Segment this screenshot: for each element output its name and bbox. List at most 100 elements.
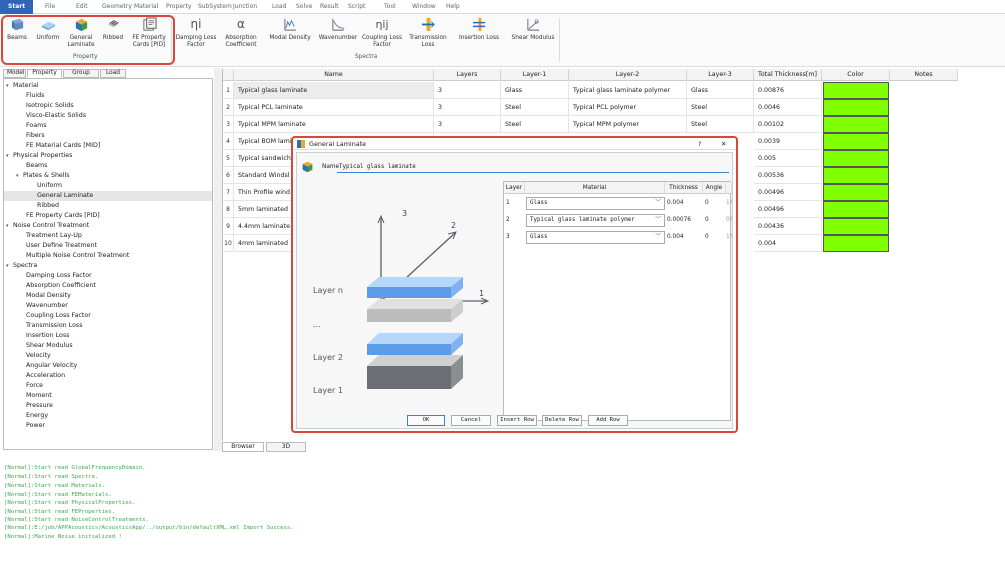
table-cell-layers[interactable]: 3 xyxy=(434,116,501,133)
column-header-thickness[interactable]: Total Thickness[m] xyxy=(754,69,822,81)
tree-item-noise-control-treatment[interactable]: ▾ Noise Control Treatment xyxy=(6,221,89,231)
table-cell-layer2[interactable]: Typical PCL polymer xyxy=(569,99,687,116)
tree-item-fibers[interactable]: Fibers xyxy=(26,131,45,141)
table-cell-color-swatch[interactable] xyxy=(823,218,889,235)
table-cell-thickness[interactable]: 0.00436 xyxy=(754,218,822,235)
grid-header-layer[interactable]: Layer xyxy=(504,182,525,194)
table-cell-layer2[interactable]: Typical MPM polymer xyxy=(569,116,687,133)
column-header-notes[interactable]: Notes xyxy=(890,69,958,81)
tree-item-transmission-loss[interactable]: Transmission Loss xyxy=(26,321,83,331)
material-dropdown[interactable]: Typical glass laminate polymer ﹀ xyxy=(526,214,665,227)
table-cell-thickness[interactable]: 0.00876 xyxy=(754,82,822,99)
row-number[interactable]: 1 xyxy=(223,82,234,99)
damping-loss-factor-button[interactable]: ηi Damping Loss Factor xyxy=(174,17,218,49)
tree-item-pressure[interactable]: Pressure xyxy=(26,401,53,411)
tree-item-spectra[interactable]: ▾ Spectra xyxy=(6,261,37,271)
ok-button[interactable]: OK xyxy=(407,415,445,426)
menu-load[interactable]: Load xyxy=(272,3,286,10)
tree-item-uniform[interactable]: Uniform xyxy=(37,181,62,191)
tree-item-foams[interactable]: Foams xyxy=(26,121,47,131)
menu-property[interactable]: Property xyxy=(166,3,191,10)
menu-file[interactable]: File xyxy=(45,3,55,10)
tree-item-absorption-coefficient[interactable]: Absorption Coefficient xyxy=(26,281,96,291)
transmission-loss-button[interactable]: Transmission Loss xyxy=(406,17,450,49)
coupling-loss-factor-button[interactable]: ηij Coupling Loss Factor xyxy=(360,17,404,49)
column-header-color[interactable]: Color xyxy=(822,69,890,81)
tree-item-power[interactable]: Power xyxy=(26,421,45,431)
row-number[interactable]: 2 xyxy=(223,99,234,116)
tab-browser[interactable]: Browser xyxy=(222,442,264,452)
tree-item-fluids[interactable]: Fluids xyxy=(26,91,44,101)
tree-item-physical-properties[interactable]: ▾ Physical Properties xyxy=(6,151,72,161)
insertion-loss-button[interactable]: Insertion Loss xyxy=(454,17,504,42)
table-cell-layers[interactable]: 3 xyxy=(434,82,501,99)
table-cell-thickness[interactable]: 0.004 xyxy=(754,235,822,252)
dialog-title-bar[interactable]: General Laminate ? ✕ xyxy=(293,138,736,150)
tree-item-visco-elastic-solids[interactable]: Visco-Elastic Solids xyxy=(26,111,86,121)
grid-cell-layer[interactable]: 2 xyxy=(506,212,510,228)
wavenumber-button[interactable]: Wavenumber xyxy=(318,17,358,42)
grid-cell-angle[interactable]: 0 xyxy=(705,229,709,245)
table-cell-layer1[interactable]: Steel xyxy=(501,99,569,116)
menu-geometry[interactable]: Geometry xyxy=(102,3,132,10)
row-number[interactable]: 8 xyxy=(223,201,234,218)
table-cell-thickness[interactable]: 0.00536 xyxy=(754,167,822,184)
tree-item-material[interactable]: ▾ Material xyxy=(6,81,39,91)
grid-cell-layer[interactable]: 1 xyxy=(506,195,510,211)
tree-item-acceleration[interactable]: Acceleration xyxy=(26,371,65,381)
table-cell-color-swatch[interactable] xyxy=(823,150,889,167)
close-icon[interactable]: ✕ xyxy=(721,138,726,150)
grid-cell-extra[interactable]: 0% xyxy=(726,212,732,228)
table-cell-name[interactable]: Typical PCL laminate xyxy=(234,99,434,116)
table-cell-color-swatch[interactable] xyxy=(823,99,889,116)
table-cell-color-swatch[interactable] xyxy=(823,184,889,201)
tree-item-damping-loss-factor[interactable]: Damping Loss Factor xyxy=(26,271,92,281)
menu-junction[interactable]: Junction xyxy=(233,3,257,10)
table-cell-thickness[interactable]: 0.0039 xyxy=(754,133,822,150)
table-cell-layers[interactable]: 3 xyxy=(434,99,501,116)
tree-item-angular-velocity[interactable]: Angular Velocity xyxy=(26,361,77,371)
absorption-coefficient-button[interactable]: α Absorption Coefficient xyxy=(220,17,262,49)
grid-cell-thickness[interactable]: 0.004 xyxy=(667,229,684,245)
tab-property[interactable]: Property xyxy=(27,69,62,78)
row-number[interactable]: 9 xyxy=(223,218,234,235)
tree-item-general-laminate[interactable]: General Laminate xyxy=(4,191,212,201)
table-cell-color-swatch[interactable] xyxy=(823,133,889,150)
column-header-layer3[interactable]: Layer-3 xyxy=(687,69,754,81)
menu-start[interactable]: Start xyxy=(0,0,34,14)
table-cell-color-swatch[interactable] xyxy=(823,167,889,184)
add-row-button[interactable]: Add Row xyxy=(588,415,628,426)
row-number[interactable]: 3 xyxy=(223,116,234,133)
table-cell-color-swatch[interactable] xyxy=(823,235,889,252)
help-button[interactable]: ? xyxy=(698,138,701,150)
table-cell-layer2[interactable]: Typical glass laminate polymer xyxy=(569,82,687,99)
grid-cell-angle[interactable]: 0 xyxy=(705,195,709,211)
material-dropdown[interactable]: Glass ﹀ xyxy=(526,231,665,244)
grid-header-material[interactable]: Material xyxy=(525,182,665,194)
column-header-layer2[interactable]: Layer-2 xyxy=(569,69,687,81)
row-number[interactable]: 4 xyxy=(223,133,234,150)
table-cell-thickness[interactable]: 0.00102 xyxy=(754,116,822,133)
tree-item-multiple-noise-control[interactable]: Multiple Noise Control Treatment xyxy=(26,251,129,261)
tab-3d[interactable]: 3D xyxy=(266,442,306,452)
menu-script[interactable]: Script xyxy=(348,3,365,10)
menu-subsystem[interactable]: SubSystem xyxy=(198,3,232,10)
table-cell-thickness[interactable]: 0.00496 xyxy=(754,184,822,201)
table-cell-thickness[interactable]: 0.005 xyxy=(754,150,822,167)
tree-item-shear-modulus[interactable]: Shear Modulus xyxy=(26,341,73,351)
modal-density-button[interactable]: Modal Density xyxy=(266,17,314,42)
tab-load[interactable]: Load xyxy=(100,69,126,78)
tree-item-wavenumber[interactable]: Wavenumber xyxy=(26,301,68,311)
table-cell-layer3[interactable]: Glass xyxy=(687,82,754,99)
tree-item-plates-shells[interactable]: ▾ Plates & Shells xyxy=(16,171,70,181)
table-cell-layer1[interactable]: Glass xyxy=(501,82,569,99)
menu-material[interactable]: Material xyxy=(134,3,158,10)
cancel-button[interactable]: Cancel xyxy=(451,415,491,426)
grid-cell-extra[interactable]: 1% xyxy=(726,229,732,245)
row-number[interactable]: 5 xyxy=(223,150,234,167)
tree-item-force[interactable]: Force xyxy=(26,381,43,391)
menu-edit[interactable]: Edit xyxy=(76,3,88,10)
grid-cell-thickness[interactable]: 0.00076 xyxy=(667,212,691,228)
table-cell-layer3[interactable]: Steel xyxy=(687,116,754,133)
table-cell-thickness[interactable]: 0.00496 xyxy=(754,201,822,218)
